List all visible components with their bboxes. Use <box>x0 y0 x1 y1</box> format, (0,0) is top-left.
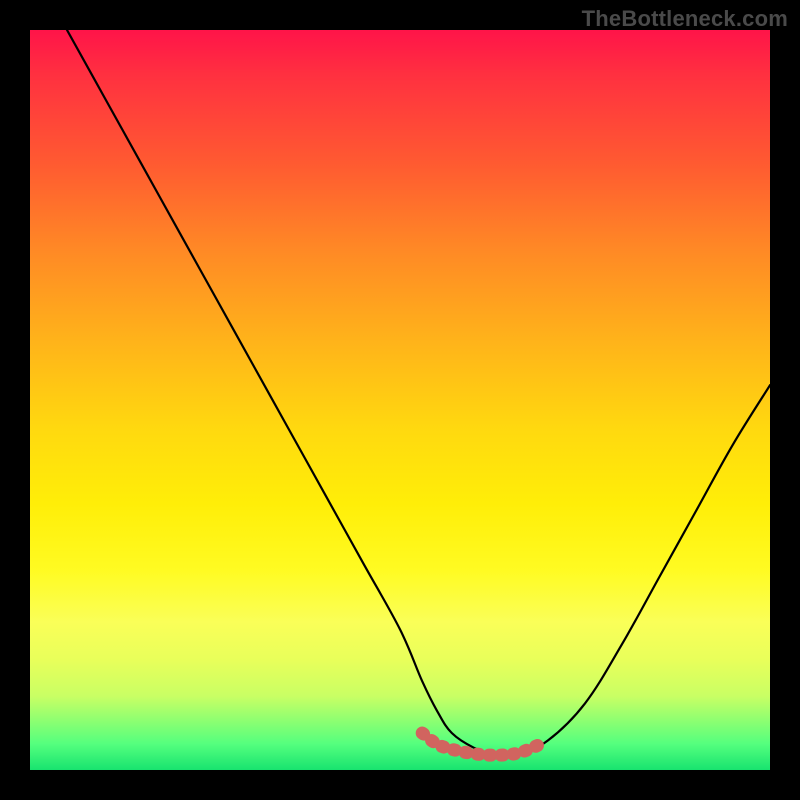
chart-frame: TheBottleneck.com <box>0 0 800 800</box>
bottom-highlight <box>422 733 540 755</box>
main-curve <box>67 30 770 756</box>
plot-svg <box>30 30 770 770</box>
plot-area <box>30 30 770 770</box>
watermark-text: TheBottleneck.com <box>582 6 788 32</box>
